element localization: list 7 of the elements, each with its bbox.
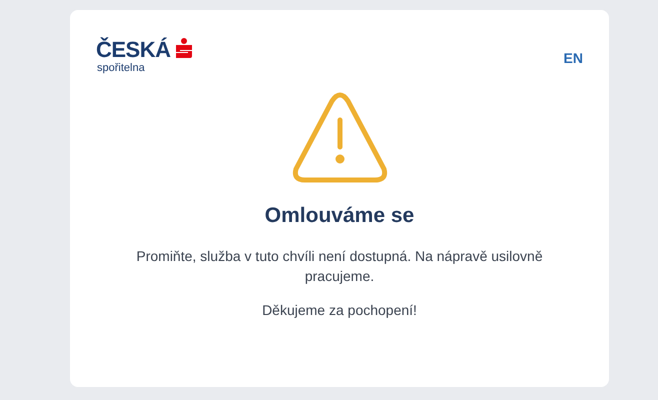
heading: Omlouváme se — [264, 204, 414, 228]
language-link[interactable]: EN — [564, 50, 583, 66]
message-text: Děkujeme za pochopení! — [262, 301, 417, 320]
message-text: Promiňte, služba v tuto chvíli není dostupná. Na nápravě usilovně pracujeme. — [135, 247, 544, 286]
logo-subtitle: spořitelna — [97, 62, 146, 74]
warning-icon — [290, 92, 388, 184]
logo-name: ČESKÁ — [96, 38, 171, 62]
